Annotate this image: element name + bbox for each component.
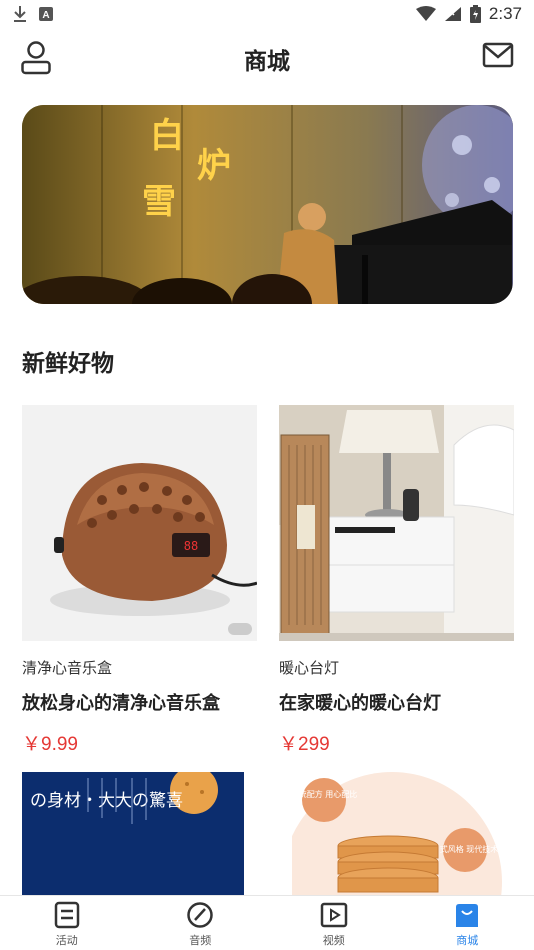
status-right: 2:37: [415, 4, 522, 24]
banner-image: 白 炉 雪: [22, 105, 513, 304]
product-category: 暖心台灯: [279, 659, 340, 677]
download-icon: [14, 6, 26, 22]
signal-icon: [444, 7, 461, 21]
desk-lamp-image: [279, 405, 514, 641]
nav-label: 视频: [322, 934, 345, 947]
list-icon: [54, 901, 79, 929]
nav-label: 音频: [189, 934, 212, 947]
preview-text: の身材・大大の驚喜: [30, 791, 183, 811]
nav-label: 商城: [456, 934, 479, 947]
preview-badge: 传统配方 用心配比: [292, 789, 357, 799]
svg-text:88: 88: [184, 539, 198, 553]
nav-item-video[interactable]: 视频: [267, 896, 401, 950]
header: 商城: [0, 30, 534, 86]
messages-button[interactable]: [482, 40, 514, 70]
svg-text:A: A: [42, 10, 49, 21]
section-title: 新鲜好物: [22, 351, 114, 377]
mail-icon: [482, 42, 514, 68]
product-card[interactable]: 88 清净心音乐盒 放松身心的清净心音乐盒 ￥9.99: [22, 405, 257, 765]
app-notification-icon: A: [39, 7, 53, 21]
banner-char: 白: [150, 116, 184, 156]
bottom-nav: 活动 音频 视频 商城: [0, 895, 534, 950]
banner-char: 炉: [197, 146, 231, 186]
nav-label: 活动: [55, 934, 78, 947]
product-price: ￥9.99: [22, 734, 78, 755]
product-card[interactable]: の身材・大大の驚喜: [22, 772, 244, 896]
product-card[interactable]: 传统配方 用心配比 日式风格 现代技术: [292, 772, 514, 896]
product-image: 传统配方 用心配比 日式风格 现代技术: [292, 772, 514, 896]
shopping-bag-icon: [456, 904, 479, 927]
product-price: ￥299: [279, 734, 330, 755]
nav-item-audio[interactable]: 音频: [134, 896, 268, 950]
banner-char: 雪: [142, 182, 176, 222]
product-card[interactable]: 暖心台灯 在家暖心的暖心台灯 ￥299: [279, 405, 514, 765]
play-icon: [320, 902, 347, 928]
page-title: 商城: [244, 49, 290, 75]
wifi-icon: [415, 6, 436, 21]
battery-icon: [469, 5, 481, 23]
status-left: A: [12, 5, 54, 23]
nav-item-shop[interactable]: 商城: [401, 896, 534, 950]
status-bar: A 2:37: [0, 0, 534, 28]
preview-badge: 日式风格 现代技术: [432, 844, 499, 854]
banner-carousel[interactable]: 白 炉 雪: [22, 105, 513, 304]
product-name: 在家暖心的暖心台灯: [279, 693, 441, 714]
nav-item-activities[interactable]: 活动: [0, 896, 134, 950]
music-box-image: 88: [22, 405, 257, 641]
product-name: 放松身心的清净心音乐盒: [22, 693, 220, 714]
product-image: [279, 405, 514, 641]
product-category: 清净心音乐盒: [22, 659, 113, 677]
product-image: 88: [22, 405, 257, 641]
status-time: 2:37: [488, 4, 522, 23]
gauge-icon: [187, 902, 213, 928]
product-image: の身材・大大の驚喜: [22, 772, 244, 896]
